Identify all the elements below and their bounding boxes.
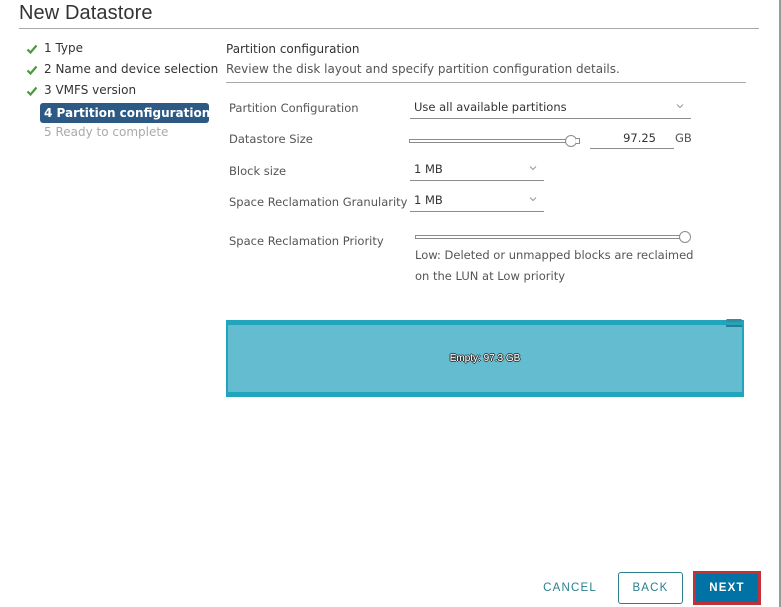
space-reclamation-priority-description: Low: Deleted or unmapped blocks are recl…: [415, 248, 694, 283]
section-description: Review the disk layout and specify parti…: [226, 62, 620, 76]
chevron-down-icon: [529, 166, 537, 171]
select-value: Use all available partitions: [414, 100, 567, 114]
chevron-down-icon: [676, 104, 684, 109]
step-name-device[interactable]: 2 Name and device selection: [24, 61, 218, 82]
step-label: 3 VMFS version: [44, 83, 137, 97]
slider-track-end: [576, 138, 580, 144]
next-button[interactable]: NEXT: [693, 571, 761, 605]
step-label: 2 Name and device selection: [44, 62, 219, 76]
datastore-size-unit: GB: [675, 131, 692, 145]
disk-segment-label: Empty: 97.3 GB: [449, 353, 521, 364]
step-label: 5 Ready to complete: [44, 125, 169, 139]
partition-configuration-label: Partition Configuration: [229, 101, 359, 115]
check-icon: [26, 44, 38, 55]
section-divider: [226, 82, 746, 83]
space-reclamation-granularity-select[interactable]: 1 MB: [410, 190, 544, 212]
step-type[interactable]: 1 Type: [24, 40, 214, 61]
datastore-size-input[interactable]: 97.25: [590, 128, 674, 149]
slider-thumb[interactable]: [679, 231, 691, 243]
disk-layout-bar[interactable]: Empty: 97.3 GB: [226, 319, 744, 397]
slider-track: [409, 139, 567, 143]
step-label: 4 Partition configuration: [44, 106, 211, 120]
content-header: Partition configuration Review the disk …: [226, 42, 746, 83]
step-label: 1 Type: [44, 41, 84, 55]
back-button[interactable]: BACK: [618, 572, 683, 604]
datastore-size-label: Datastore Size: [229, 132, 313, 146]
select-value: 1 MB: [414, 193, 443, 207]
space-reclamation-priority-label: Space Reclamation Priority: [229, 234, 384, 248]
step-ready-to-complete: 5 Ready to complete: [24, 124, 214, 145]
block-size-label: Block size: [229, 164, 287, 178]
chevron-down-icon: [529, 197, 537, 202]
space-reclamation-granularity-label: Space Reclamation Granularity: [229, 195, 408, 209]
cancel-button[interactable]: CANCEL: [530, 572, 610, 604]
wizard-steps: 1 Type 2 Name and device selection 3 VMF…: [24, 40, 218, 145]
title-divider: [19, 28, 759, 29]
check-icon: [26, 65, 38, 76]
check-icon: [26, 86, 38, 97]
block-size-select[interactable]: 1 MB: [410, 159, 544, 181]
dialog-title: New Datastore: [19, 2, 153, 24]
slider-track: [415, 235, 685, 239]
section-title: Partition configuration: [226, 42, 360, 56]
step-partition-configuration[interactable]: 4 Partition configuration: [40, 103, 211, 123]
select-value: 1 MB: [414, 162, 443, 176]
partition-configuration-select[interactable]: Use all available partitions: [410, 97, 691, 119]
resize-handle-icon[interactable]: [726, 319, 742, 329]
step-vmfs-version[interactable]: 3 VMFS version: [24, 82, 214, 103]
